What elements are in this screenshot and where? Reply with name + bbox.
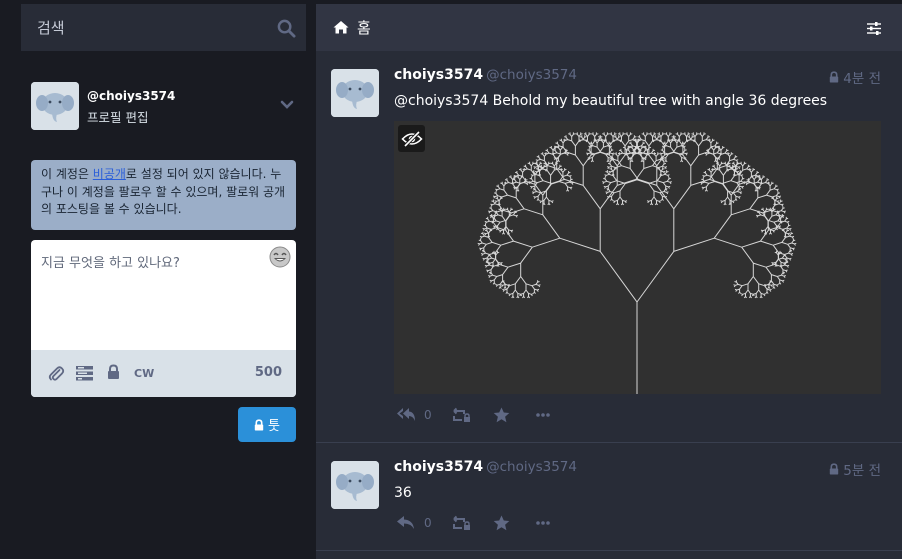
unlocked-link[interactable]: 비공개 bbox=[93, 167, 126, 181]
avatar[interactable] bbox=[31, 82, 79, 130]
poll-icon[interactable] bbox=[75, 364, 94, 382]
reply-icon bbox=[397, 516, 414, 529]
home-icon bbox=[333, 21, 349, 34]
reply-button[interactable]: 0 bbox=[396, 515, 432, 531]
boost-locked-icon[interactable] bbox=[451, 515, 472, 531]
account-handle: @choiys3574 bbox=[486, 459, 577, 475]
status[interactable]: choiys3574 @choiys3574 5분 전 36 0 bbox=[316, 443, 902, 551]
reply-count: 0 bbox=[424, 516, 432, 530]
star-icon[interactable] bbox=[493, 407, 510, 423]
status-author[interactable]: choiys3574 @choiys3574 bbox=[394, 459, 577, 475]
eye-slash-icon[interactable] bbox=[398, 125, 425, 152]
star-icon[interactable] bbox=[493, 515, 510, 531]
home-timeline: choiys3574 @choiys3574 4분 전 @choiys3574 B… bbox=[316, 51, 902, 559]
account-handle: @choiys3574 bbox=[486, 67, 577, 83]
status-time[interactable]: 5분 전 bbox=[829, 459, 881, 479]
display-name: choiys3574 bbox=[394, 459, 484, 475]
profile-handle[interactable]: @choiys3574 bbox=[87, 89, 175, 103]
paperclip-icon[interactable] bbox=[47, 364, 65, 382]
reply-button[interactable]: 0 bbox=[396, 407, 432, 423]
boost-locked-icon[interactable] bbox=[451, 407, 472, 423]
more-icon[interactable] bbox=[536, 407, 550, 423]
lock-icon bbox=[254, 418, 264, 430]
avatar[interactable] bbox=[331, 461, 379, 509]
chevron-down-icon[interactable] bbox=[280, 100, 294, 110]
fractal-tree-image bbox=[477, 132, 797, 394]
column-title[interactable]: 홈 bbox=[357, 17, 371, 38]
sliders-icon[interactable] bbox=[866, 21, 882, 36]
lock-icon[interactable] bbox=[107, 364, 120, 380]
status-action-bar: 0 bbox=[394, 515, 594, 535]
toot-button[interactable]: 툿 bbox=[238, 407, 296, 442]
compose-profile: @choiys3574 프로필 편집 bbox=[31, 82, 296, 130]
elephant-icon bbox=[31, 82, 79, 130]
status-content: 36 bbox=[394, 485, 412, 501]
relative-time: 5분 전 bbox=[843, 463, 881, 479]
avatar[interactable] bbox=[331, 69, 379, 117]
lock-icon bbox=[830, 71, 839, 83]
media-attachment[interactable] bbox=[394, 121, 881, 394]
mention-link[interactable]: @choiys3574 bbox=[394, 93, 488, 109]
status-text: Behold my beautiful tree with angle 36 d… bbox=[488, 93, 828, 109]
edit-profile-link[interactable]: 프로필 편집 bbox=[87, 107, 148, 126]
elephant-icon bbox=[331, 69, 379, 117]
content-warning-button[interactable]: CW bbox=[134, 367, 154, 380]
column-header: 홈 bbox=[316, 4, 902, 51]
reply-all-icon bbox=[397, 408, 415, 421]
reply-count: 0 bbox=[424, 408, 432, 422]
status-time[interactable]: 4분 전 bbox=[829, 67, 881, 87]
emoji-icon[interactable] bbox=[269, 246, 291, 268]
tree-branches bbox=[477, 132, 797, 394]
status[interactable]: choiys3574 @choiys3574 4분 전 @choiys3574 B… bbox=[316, 51, 902, 443]
search-input[interactable]: 검색 bbox=[37, 17, 65, 38]
search-box[interactable]: 검색 bbox=[21, 4, 306, 51]
status-content: @choiys3574 Behold my beautiful tree wit… bbox=[394, 93, 827, 109]
toot-label: 툿 bbox=[268, 419, 280, 434]
elephant-icon bbox=[331, 461, 379, 509]
compose-form: 지금 무엇을 하고 있나요? CW 500 bbox=[31, 240, 296, 397]
display-name: choiys3574 bbox=[394, 67, 484, 83]
status-action-bar: 0 bbox=[394, 407, 594, 427]
notice-text-before: 이 계정은 bbox=[41, 167, 93, 181]
more-icon[interactable] bbox=[536, 515, 550, 531]
relative-time: 4분 전 bbox=[843, 71, 881, 87]
compose-textarea[interactable]: 지금 무엇을 하고 있나요? bbox=[41, 252, 180, 271]
character-counter: 500 bbox=[254, 365, 282, 380]
status-author[interactable]: choiys3574 @choiys3574 bbox=[394, 67, 577, 83]
compose-toolbar: CW 500 bbox=[31, 350, 296, 397]
search-icon bbox=[277, 19, 296, 38]
unlocked-account-notice: 이 계정은 비공개로 설정 되어 있지 않습니다. 누구나 이 계정을 팔로우 … bbox=[31, 160, 296, 230]
lock-icon bbox=[830, 463, 839, 475]
